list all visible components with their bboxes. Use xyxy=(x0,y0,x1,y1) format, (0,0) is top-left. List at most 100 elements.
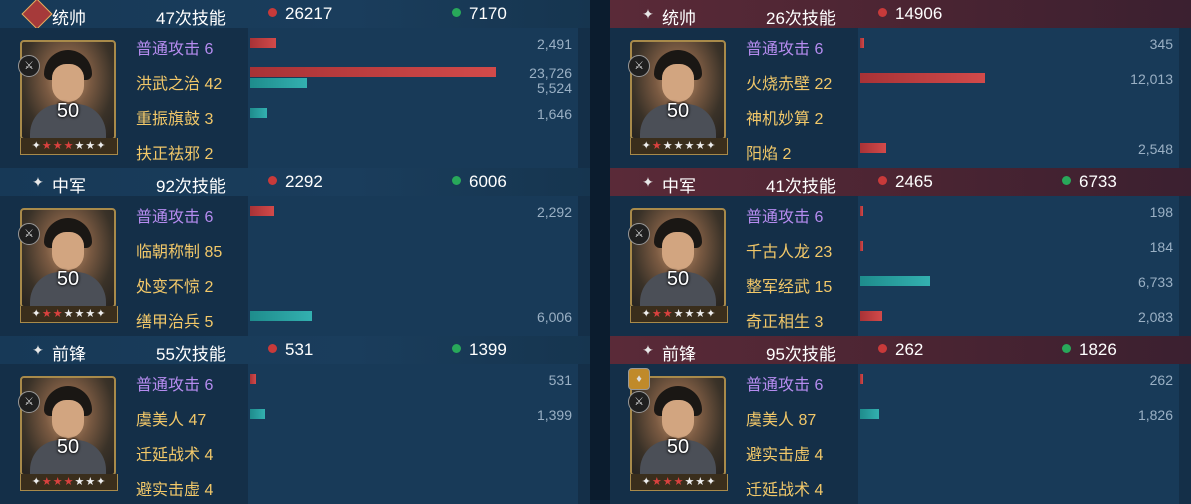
bar-track xyxy=(248,266,578,301)
role-label: 统帅 xyxy=(662,9,696,28)
skill-row: 阳焰 2 2,548 xyxy=(610,133,1191,168)
skill-name: 奇正相生 3 xyxy=(746,314,824,331)
general-header: ✦ 中军 92次技能 2292 6006 xyxy=(0,168,590,196)
damage-bar xyxy=(250,67,496,77)
role-label: 前锋 xyxy=(52,345,86,364)
role-label: 统帅 xyxy=(52,9,86,28)
damage-amount: 531 xyxy=(548,372,572,388)
damage-amount: 345 xyxy=(1149,36,1173,52)
general-header: ✦ 前锋 95次技能 262 1826 xyxy=(610,336,1191,364)
damage-amount: 2,292 xyxy=(536,204,572,220)
skill-count: 95次技能 xyxy=(766,345,836,364)
heal-value: 6006 xyxy=(469,172,507,191)
sparkle-icon: ✦ xyxy=(642,342,654,358)
damage-bar xyxy=(860,241,863,251)
skill-row: 奇正相生 3 2,083 xyxy=(610,301,1191,336)
skill-row: 避实击虚 4 xyxy=(610,434,1191,469)
heal-amount: 1,399 xyxy=(536,407,572,423)
skill-name: 神机妙算 2 xyxy=(746,111,824,128)
skill-name: 虞美人 47 xyxy=(136,412,207,429)
heal-total: 6733 xyxy=(1062,172,1117,192)
damage-dot-icon xyxy=(268,176,277,185)
skill-row: 迁延战术 4 xyxy=(610,469,1191,504)
skill-row: 临朝称制 85 xyxy=(0,231,590,266)
skill-row: 普通攻击 6 531 xyxy=(0,364,590,399)
damage-bar xyxy=(860,38,864,48)
skill-name: 千古人龙 23 xyxy=(746,244,833,261)
skill-count: 41次技能 xyxy=(766,177,836,196)
skill-name: 重振旗鼓 3 xyxy=(136,111,214,128)
skill-name: 洪武之治 42 xyxy=(136,76,223,93)
skill-name: 处变不惊 2 xyxy=(136,279,214,296)
skill-row: 普通攻击 6 2,491 xyxy=(0,28,590,63)
team-right-panel: ✦ 统帅 26次技能 14906 50 ✦★★★★★✦ ⚔ 普通攻击 6 345 火烧赤壁 22 1… xyxy=(610,0,1191,504)
skill-name: 整军经武 15 xyxy=(746,279,833,296)
heal-dot-icon xyxy=(452,8,461,17)
sparkle-icon: ✦ xyxy=(32,174,44,190)
general-body: 50 ✦★★★★★✦ ⚔ 普通攻击 6 531 虞美人 47 1,399 迁延战术 4 避实击虚… xyxy=(0,364,590,504)
damage-amount: 12,013 xyxy=(1130,71,1173,87)
skill-name: 临朝称制 85 xyxy=(136,244,223,261)
damage-amount: 23,726 xyxy=(529,65,572,81)
heal-amount: 1,826 xyxy=(1137,407,1173,423)
bar-track xyxy=(858,399,1179,434)
general-block: ✦ 前锋 95次技能 262 1826 50 ✦★★★★★✦ ⚔ ♦ 普通攻击 6 262 虞美人 8… xyxy=(610,336,1191,504)
bar-track xyxy=(858,98,1179,133)
skill-name: 扶正祛邪 2 xyxy=(136,146,214,163)
damage-value: 26217 xyxy=(285,4,333,23)
heal-bar xyxy=(250,108,267,118)
heal-bar xyxy=(250,409,265,419)
damage-total: 14906 xyxy=(878,4,942,24)
skill-count: 47次技能 xyxy=(156,9,226,28)
damage-value: 262 xyxy=(895,340,924,359)
damage-amount: 2,491 xyxy=(536,36,572,52)
skill-row: 重振旗鼓 3 1,646 xyxy=(0,98,590,133)
heal-dot-icon xyxy=(1062,176,1071,185)
damage-bar xyxy=(860,374,863,384)
skill-row: 避实击虚 4 xyxy=(0,469,590,504)
heal-bar xyxy=(250,78,307,88)
role-label: 中军 xyxy=(662,177,696,196)
skill-row: 缮甲治兵 5 6,006 xyxy=(0,301,590,336)
heal-bar xyxy=(860,276,930,286)
skill-count: 26次技能 xyxy=(766,9,836,28)
damage-bar xyxy=(860,206,863,216)
bar-track xyxy=(858,434,1179,469)
bar-track xyxy=(858,301,1179,336)
damage-amount: 184 xyxy=(1149,239,1173,255)
skill-name: 普通攻击 6 xyxy=(136,209,214,226)
damage-bar xyxy=(860,73,985,83)
general-body: 50 ✦★★★★★✦ ⚔ 普通攻击 6 198 千古人龙 23 184 整军经武 15 6,73… xyxy=(610,196,1191,336)
bar-track xyxy=(248,364,578,399)
heal-amount: 1,646 xyxy=(536,106,572,122)
sparkle-icon: ✦ xyxy=(642,174,654,190)
skill-row: 洪武之治 42 23,726 5,524 xyxy=(0,63,590,98)
bar-track xyxy=(858,231,1179,266)
sparkle-icon: ✦ xyxy=(32,342,44,358)
skill-name: 普通攻击 6 xyxy=(136,41,214,58)
skill-name: 迁延战术 4 xyxy=(746,482,824,499)
damage-total: 531 xyxy=(268,340,313,360)
skill-name: 阳焰 2 xyxy=(746,146,792,163)
damage-total: 26217 xyxy=(268,4,332,24)
heal-total: 7170 xyxy=(452,4,507,24)
team-left-panel: 统帅 47次技能 26217 7170 50 ✦★★★★★✦ ⚔ 普通攻击 6 2,491 洪武之… xyxy=(0,0,590,504)
general-body: 50 ✦★★★★★✦ ⚔ ♦ 普通攻击 6 262 虞美人 87 1,826 避实击虚 4 迁延战… xyxy=(610,364,1191,504)
heal-total: 6006 xyxy=(452,172,507,192)
bar-track xyxy=(248,434,578,469)
skill-count: 55次技能 xyxy=(156,345,226,364)
bar-track xyxy=(858,364,1179,399)
damage-bar xyxy=(860,143,886,153)
bar-track xyxy=(248,28,578,63)
skill-row: 火烧赤壁 22 12,013 xyxy=(610,63,1191,98)
skill-name: 避实击虚 4 xyxy=(136,482,214,499)
general-header: ✦ 前锋 55次技能 531 1399 xyxy=(0,336,590,364)
skill-name: 火烧赤壁 22 xyxy=(746,76,833,93)
skill-name: 普通攻击 6 xyxy=(746,209,824,226)
role-label: 前锋 xyxy=(662,345,696,364)
skill-count: 92次技能 xyxy=(156,177,226,196)
damage-amount: 262 xyxy=(1149,372,1173,388)
damage-amount: 2,083 xyxy=(1137,309,1173,325)
skill-name: 迁延战术 4 xyxy=(136,447,214,464)
skill-row: 千古人龙 23 184 xyxy=(610,231,1191,266)
